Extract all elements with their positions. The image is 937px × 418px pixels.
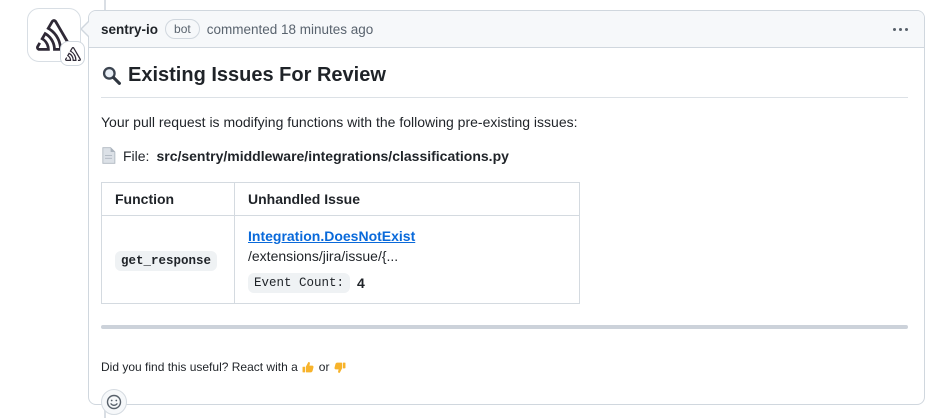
intro-text: Your pull request is modifying functions…	[101, 114, 908, 130]
column-header-issue: Unhandled Issue	[235, 183, 580, 216]
issue-location: /extensions/jira/issue/{...	[248, 248, 398, 264]
sentry-logo-mini-icon	[65, 47, 81, 61]
file-label: File:	[123, 148, 149, 164]
feedback-prompt-or: or	[319, 360, 330, 374]
function-name: get_response	[115, 251, 217, 271]
table-row: get_response Integration.DoesNotExist /e…	[102, 216, 580, 304]
issue-link[interactable]: Integration.DoesNotExist	[248, 228, 415, 244]
column-header-function: Function	[102, 183, 235, 216]
add-reaction-button[interactable]	[101, 389, 127, 415]
avatar-bot-badge	[60, 41, 85, 66]
section-title-text: Existing Issues For Review	[128, 64, 386, 87]
issue-cell: Integration.DoesNotExist /extensions/jir…	[235, 216, 580, 304]
event-count-line: Event Count: 4	[248, 273, 566, 293]
file-line: File: src/sentry/middleware/integrations…	[101, 147, 908, 164]
file-path: src/sentry/middleware/integrations/class…	[156, 148, 508, 164]
event-count-value: 4	[357, 275, 365, 291]
function-cell: get_response	[102, 216, 235, 304]
comment-body: Existing Issues For Review Your pull req…	[89, 48, 924, 415]
comment-card: sentry-io bot commented 18 minutes ago E…	[88, 10, 925, 405]
kebab-menu-button[interactable]	[891, 22, 910, 37]
feedback-prompt-text: Did you find this useful? React with a	[101, 360, 298, 374]
comment-timestamp[interactable]: commented 18 minutes ago	[207, 22, 374, 37]
divider	[101, 325, 908, 329]
author-link[interactable]: sentry-io	[101, 22, 158, 37]
issues-table: Function Unhandled Issue get_response In…	[101, 182, 580, 304]
section-title: Existing Issues For Review	[101, 64, 908, 98]
smiley-icon	[106, 394, 122, 410]
search-icon	[101, 65, 122, 86]
thumbs-down-icon	[333, 361, 346, 374]
table-header-row: Function Unhandled Issue	[102, 183, 580, 216]
thumbs-up-icon	[302, 361, 315, 374]
file-icon	[101, 147, 116, 164]
event-count-label: Event Count:	[248, 273, 350, 293]
feedback-prompt: Did you find this useful? React with a o…	[101, 360, 908, 374]
bot-badge: bot	[165, 19, 200, 39]
comment-header: sentry-io bot commented 18 minutes ago	[89, 11, 924, 48]
issue-line: Integration.DoesNotExist /extensions/jir…	[248, 226, 566, 266]
